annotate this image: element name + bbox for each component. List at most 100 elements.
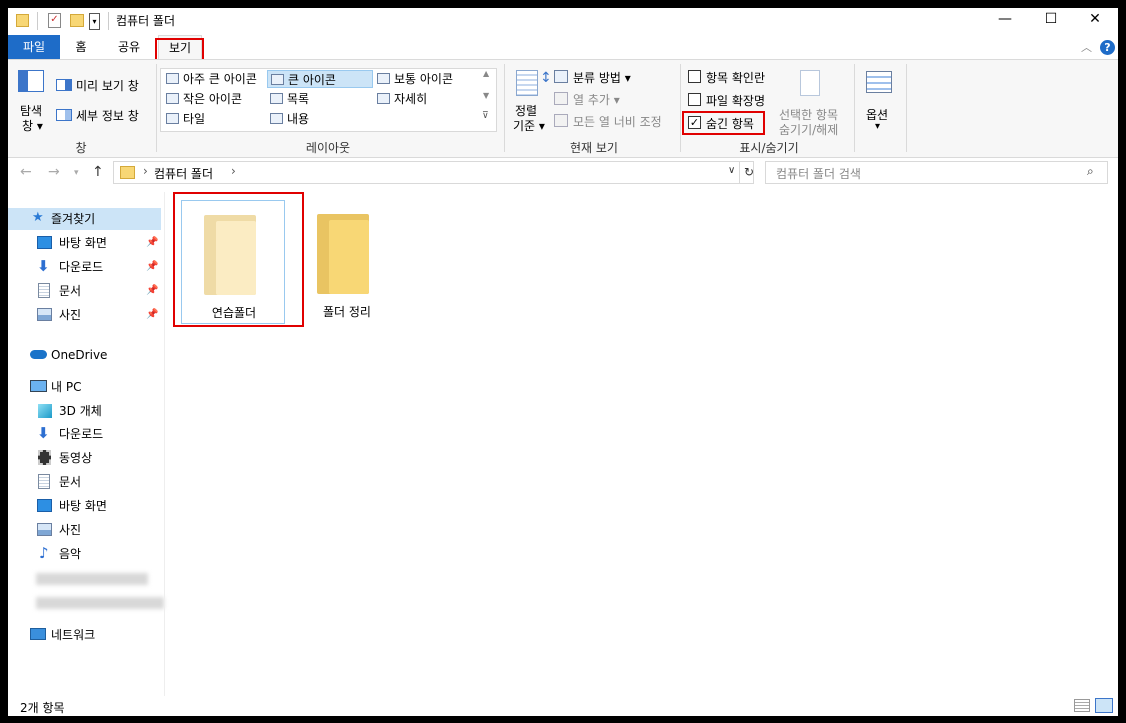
nav-item-onedrive[interactable]: OneDrive [8, 344, 161, 366]
nav-item-videos[interactable]: 동영상 [8, 447, 161, 469]
tab-share[interactable]: 공유 [107, 35, 151, 59]
preview-pane-label: 미리 보기 창 [76, 79, 139, 93]
layout-icon [377, 93, 390, 104]
layout-option[interactable]: 자세히 [374, 90, 499, 108]
pin-icon[interactable]: 📌 [146, 256, 158, 278]
download-icon: ⬇ [37, 424, 50, 442]
address-dropdown-icon[interactable]: ∨ [728, 165, 735, 176]
gallery-scroll-down-icon[interactable]: ▼ [483, 91, 489, 100]
nav-item-3d-objects[interactable]: 3D 개체 [8, 400, 161, 422]
cube-icon [38, 404, 52, 418]
layout-icon [270, 113, 283, 124]
layout-icon [166, 73, 179, 84]
item-checkboxes-option[interactable]: 항목 확인란 [686, 68, 781, 86]
navigation-pane: ★ 즐겨찾기 바탕 화면 📌 ⬇ 다운로드 📌 문서 📌 사진 📌 OneDri… [8, 192, 164, 696]
nav-item-pc-downloads[interactable]: ⬇ 다운로드 [8, 423, 161, 445]
blurred-drive-item [36, 573, 148, 585]
maximize-button[interactable]: ☐ [1028, 8, 1074, 32]
item-checkboxes-checkbox[interactable] [688, 70, 701, 83]
help-icon[interactable]: ? [1100, 40, 1115, 55]
nav-item-desktop[interactable]: 바탕 화면 📌 [8, 232, 161, 254]
desktop-icon [37, 499, 52, 512]
breadcrumb-current[interactable]: 컴퓨터 폴더 [154, 165, 213, 182]
network-icon [30, 628, 46, 640]
nav-item-this-pc[interactable]: 내 PC [8, 376, 161, 398]
fit-columns-icon [554, 114, 568, 127]
preview-pane-button[interactable]: 미리 보기 창 [56, 76, 151, 94]
layout-icon [166, 113, 179, 124]
details-pane-button[interactable]: 세부 정보 창 [56, 106, 151, 124]
nav-item-pc-pictures[interactable]: 사진 [8, 519, 161, 541]
group-label-pane: 창 [75, 141, 87, 155]
group-by-label: 분류 방법 ▾ [573, 71, 631, 85]
nav-pane-button[interactable]: 탐색 창 ▾ [12, 66, 52, 136]
nav-item-music[interactable]: ♪ 음악 [8, 543, 161, 565]
large-icons-view-icon[interactable] [1095, 698, 1113, 713]
pin-icon[interactable]: 📌 [146, 280, 158, 302]
new-folder-icon[interactable] [70, 14, 84, 27]
gallery-scroll-up-icon[interactable]: ▲ [483, 69, 489, 78]
nav-item-network[interactable]: 네트워크 [8, 624, 161, 646]
back-icon[interactable]: ← [20, 164, 32, 180]
up-icon[interactable]: ↑ [92, 164, 104, 180]
qat-dropdown-icon[interactable]: ▾ [89, 13, 100, 30]
layout-option[interactable]: 내용 [267, 110, 393, 128]
file-extensions-checkbox[interactable] [688, 93, 701, 106]
breadcrumb-chevron-icon: › [143, 164, 148, 178]
search-box[interactable]: 컴퓨터 폴더 검색 ⌕ [765, 161, 1108, 184]
item-count: 2개 항목 [20, 701, 65, 715]
status-bar: 2개 항목 [8, 696, 1118, 716]
close-button[interactable]: ✕ [1072, 8, 1118, 32]
gallery-more-icon[interactable]: ⊽ [482, 111, 489, 121]
hide-selected-button[interactable]: 선택한 항목 숨기기/해제 [776, 66, 852, 137]
document-icon [38, 283, 50, 298]
highlight-box-selected-folder [173, 192, 304, 327]
layout-option[interactable]: 보통 아이콘 [374, 70, 499, 88]
add-column-label: 열 추가 ▾ [573, 93, 620, 107]
nav-item-documents[interactable]: 문서 📌 [8, 280, 161, 302]
details-view-icon[interactable] [1074, 699, 1090, 712]
search-icon[interactable]: ⌕ [1087, 164, 1094, 179]
pin-icon[interactable]: 📌 [146, 232, 158, 254]
nav-item-pc-desktop[interactable]: 바탕 화면 [8, 495, 161, 517]
film-icon [38, 450, 51, 465]
sort-icon [516, 70, 538, 96]
nav-item-pc-documents[interactable]: 문서 [8, 471, 161, 493]
tab-home[interactable]: 홈 [63, 35, 99, 59]
pictures-icon [37, 308, 52, 321]
fit-columns-button[interactable]: 모든 열 너비 조정 [554, 112, 684, 130]
add-column-button[interactable]: 열 추가 ▾ [554, 90, 644, 108]
group-by-button[interactable]: 분류 방법 ▾ [554, 68, 644, 86]
add-column-icon [554, 92, 568, 105]
pin-icon[interactable]: 📌 [146, 304, 158, 326]
layout-option-selected[interactable]: 큰 아이콘 [267, 70, 373, 88]
tab-file[interactable]: 파일 [8, 35, 60, 59]
refresh-icon[interactable]: ↻ [739, 162, 754, 183]
layout-icon [271, 74, 284, 85]
window-title: 컴퓨터 폴더 [116, 14, 176, 28]
layout-icon [377, 73, 390, 84]
sort-by-button[interactable]: ↕ 정렬 기준 ▾ [510, 66, 552, 136]
properties-icon[interactable]: ✓ [48, 13, 61, 28]
recent-dropdown-icon[interactable]: ▾ [74, 168, 79, 178]
search-input[interactable]: 컴퓨터 폴더 검색 [776, 165, 861, 182]
fit-columns-label: 모든 열 너비 조정 [573, 115, 662, 129]
nav-item-quick-access[interactable]: ★ 즐겨찾기 [8, 208, 161, 230]
collapse-ribbon-icon[interactable]: ︿ [1081, 39, 1092, 55]
sort-label-2: 기준 ▾ [513, 119, 545, 133]
minimize-button[interactable]: — [982, 8, 1028, 32]
pictures-icon [37, 523, 52, 536]
options-button[interactable]: 옵션 ▾ [860, 66, 904, 136]
options-icon [866, 71, 892, 93]
file-extensions-option[interactable]: 파일 확장명 [686, 91, 781, 109]
details-pane-label: 세부 정보 창 [76, 109, 139, 123]
download-icon: ⬇ [37, 257, 50, 275]
folder-item[interactable]: 폴더 정리 [295, 200, 399, 324]
breadcrumb-chevron-icon: › [231, 164, 236, 178]
nav-item-pictures[interactable]: 사진 📌 [8, 304, 161, 326]
cloud-icon [30, 350, 47, 359]
hide-selected-label-2: 숨기기/해제 [779, 123, 839, 137]
address-bar[interactable]: › 컴퓨터 폴더 › ∨ ↻ [113, 161, 754, 184]
forward-icon[interactable]: → [48, 164, 60, 180]
nav-item-downloads[interactable]: ⬇ 다운로드 📌 [8, 256, 161, 278]
